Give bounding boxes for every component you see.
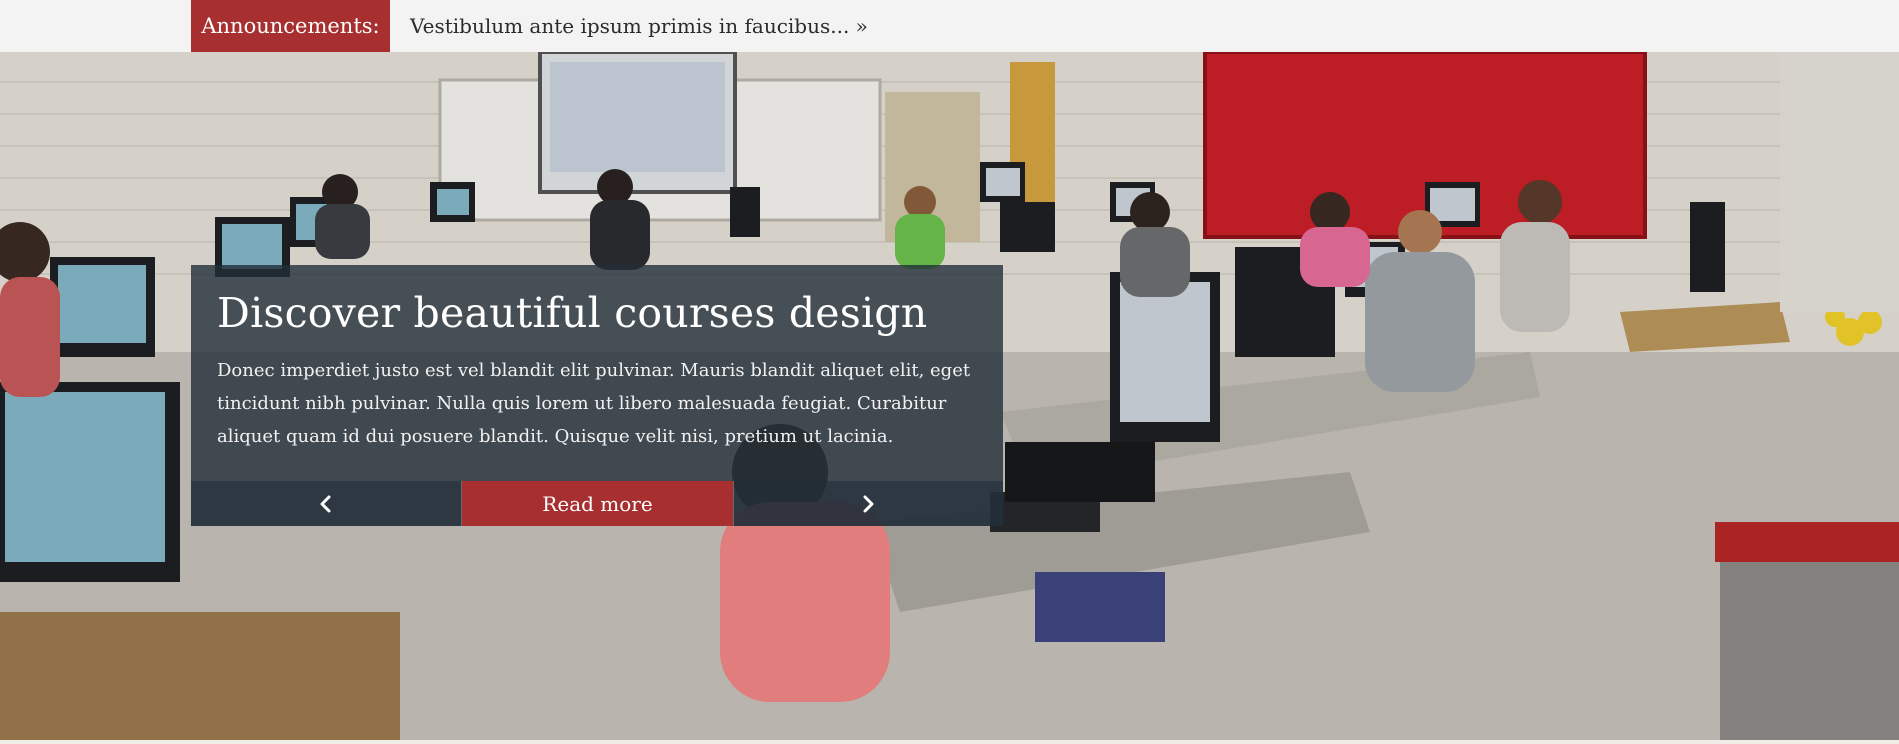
chevron-left-icon (320, 495, 330, 512)
announcement-bar: Announcements: Vestibulum ante ipsum pri… (0, 0, 1899, 52)
slide-caption: Discover beautiful courses design Donec … (191, 265, 1003, 481)
chevron-right-icon (863, 495, 874, 512)
announcement-label: Announcements: (191, 0, 390, 52)
slide-description: Donec imperdiet justo est vel blandit el… (217, 360, 971, 447)
previous-slide-button[interactable] (191, 481, 460, 526)
read-more-button[interactable]: Read more (461, 481, 734, 526)
page-bottom-edge (0, 740, 1899, 744)
page: Announcements: Vestibulum ante ipsum pri… (0, 0, 1899, 744)
next-slide-button[interactable] (733, 481, 1003, 526)
slider-controls: Read more (191, 481, 1003, 526)
slide-title: Discover beautiful courses design (217, 289, 928, 337)
announcement-link[interactable]: Vestibulum ante ipsum primis in faucibus… (410, 0, 868, 52)
